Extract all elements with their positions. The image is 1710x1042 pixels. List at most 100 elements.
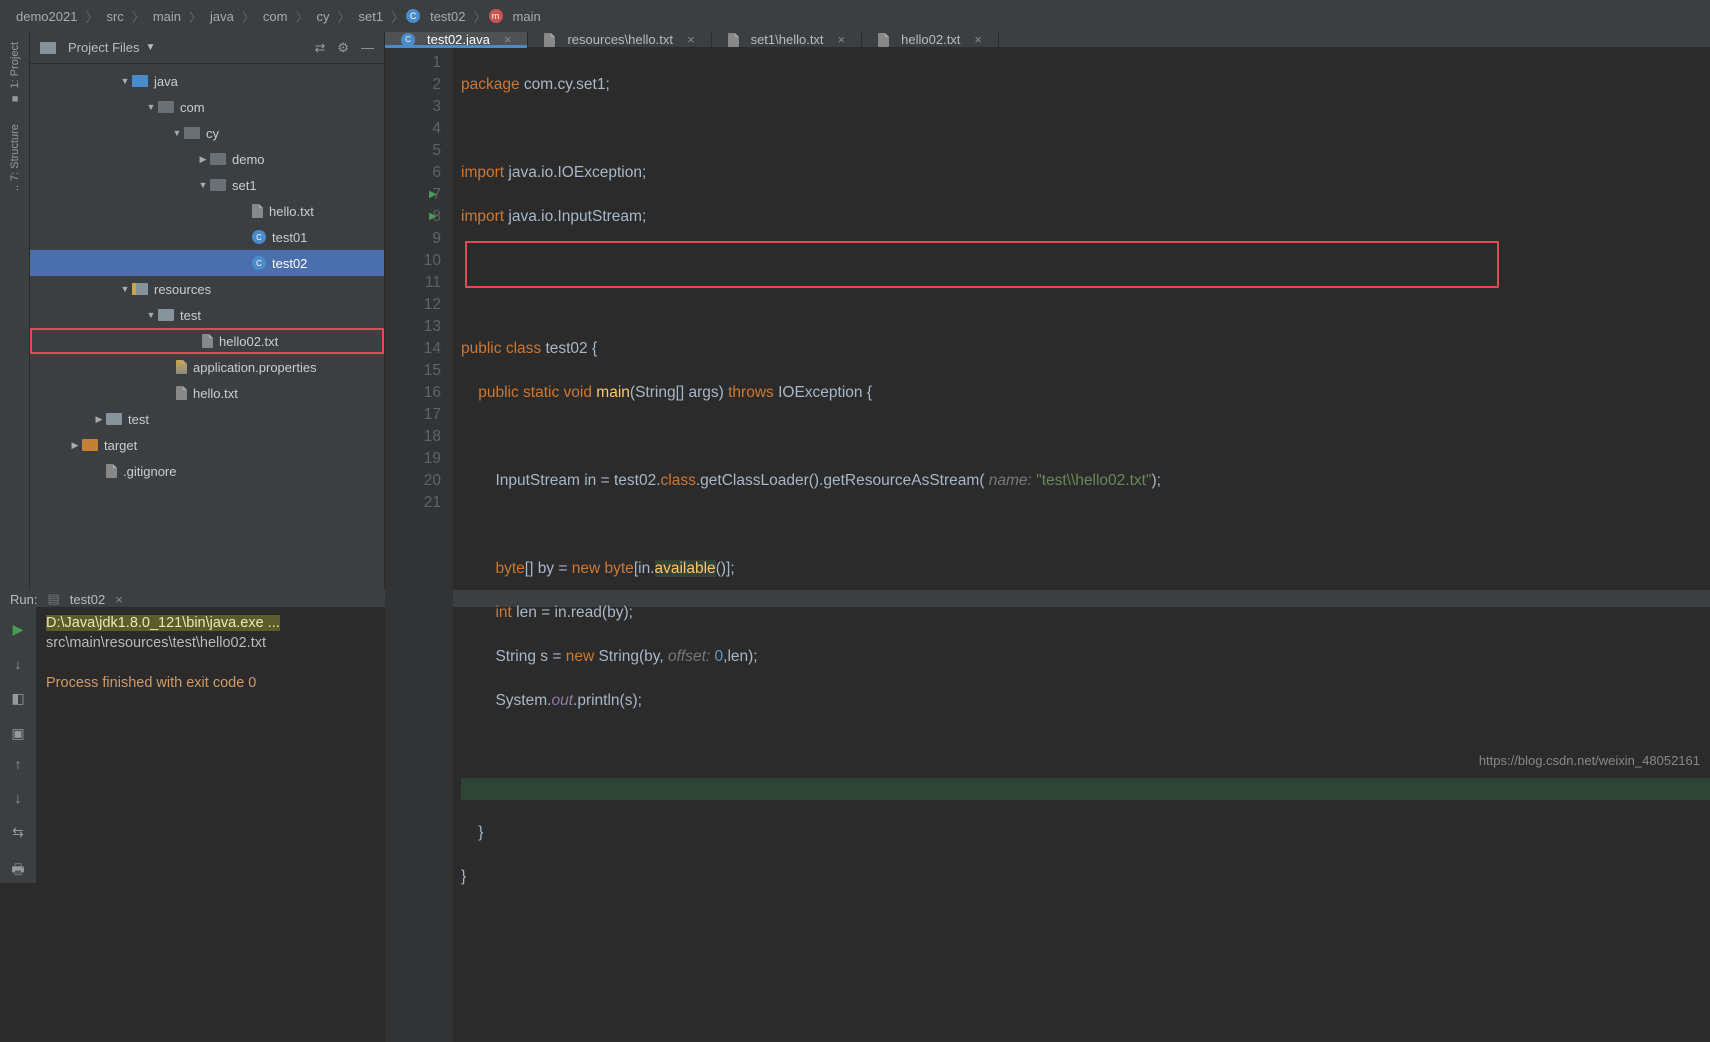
editor-tab[interactable]: Ctest02.java×: [385, 32, 528, 47]
line-number[interactable]: 21: [385, 492, 441, 514]
code-line[interactable]: [461, 426, 1710, 448]
breadcrumb-item[interactable]: main: [507, 9, 547, 24]
tree-item[interactable]: ▼set1: [30, 172, 384, 198]
breadcrumb-item[interactable]: set1: [353, 9, 390, 24]
code-line[interactable]: [461, 954, 1710, 976]
breadcrumb-item[interactable]: cy: [310, 9, 335, 24]
line-number[interactable]: 7▶: [385, 184, 441, 206]
run-gutter-icon[interactable]: ▶: [429, 184, 437, 206]
project-tree[interactable]: ▼java▼com▼cy▶demo▼set1hello.txtCtest01Ct…: [30, 64, 384, 488]
code-line[interactable]: }: [461, 822, 1710, 844]
code-line[interactable]: [461, 778, 1710, 800]
line-number[interactable]: 14: [385, 338, 441, 360]
tree-item[interactable]: ▼java: [30, 68, 384, 94]
up-icon[interactable]: ↑: [15, 756, 22, 772]
breadcrumb-item[interactable]: java: [204, 9, 240, 24]
line-number[interactable]: 8▶: [385, 206, 441, 228]
code-line[interactable]: public static void main(String[] args) t…: [461, 382, 1710, 404]
code-line[interactable]: [461, 910, 1710, 932]
expand-arrow-icon[interactable]: ▼: [144, 310, 158, 320]
editor-tab[interactable]: set1\hello.txt×: [712, 32, 863, 47]
close-tab-icon[interactable]: ×: [974, 32, 982, 47]
tree-item[interactable]: hello.txt: [30, 198, 384, 224]
line-number[interactable]: 6: [385, 162, 441, 184]
tree-item[interactable]: hello.txt: [30, 380, 384, 406]
line-number[interactable]: 10: [385, 250, 441, 272]
dropdown-icon[interactable]: ▼: [146, 42, 156, 53]
code-line[interactable]: [461, 514, 1710, 536]
project-view-selector[interactable]: Project Files: [68, 40, 140, 55]
code-line[interactable]: InputStream in = test02.class.getClassLo…: [461, 470, 1710, 492]
close-icon[interactable]: ×: [115, 592, 123, 607]
line-number[interactable]: 17: [385, 404, 441, 426]
line-number[interactable]: 2: [385, 74, 441, 96]
code-line[interactable]: import java.io.InputStream;: [461, 206, 1710, 228]
code-line[interactable]: [461, 118, 1710, 140]
tree-item[interactable]: ▶target: [30, 432, 384, 458]
tree-item[interactable]: ▼test: [30, 302, 384, 328]
camera-icon[interactable]: ▣: [11, 725, 24, 742]
select-opened-file-icon[interactable]: ⇄: [314, 40, 325, 56]
tree-item[interactable]: hello02.txt: [30, 328, 384, 354]
tree-item[interactable]: ▼resources: [30, 276, 384, 302]
close-tab-icon[interactable]: ×: [504, 32, 512, 47]
project-tool-button[interactable]: ■ 1: Project: [9, 42, 21, 104]
close-tab-icon[interactable]: ×: [687, 32, 695, 47]
line-number[interactable]: 20: [385, 470, 441, 492]
expand-arrow-icon[interactable]: ▼: [170, 128, 184, 138]
close-tab-icon[interactable]: ×: [838, 32, 846, 47]
gear-icon[interactable]: ⚙: [337, 40, 349, 56]
line-number[interactable]: 4: [385, 118, 441, 140]
code-line[interactable]: [461, 250, 1710, 272]
expand-arrow-icon[interactable]: ▶: [92, 414, 106, 425]
code-line[interactable]: int len = in.read(by);: [461, 602, 1710, 624]
line-number[interactable]: 15: [385, 360, 441, 382]
breadcrumb-item[interactable]: com: [257, 9, 294, 24]
code-line[interactable]: System.out.println(s);: [461, 690, 1710, 712]
code-line[interactable]: import java.io.IOException;: [461, 162, 1710, 184]
breadcrumb-item[interactable]: src: [100, 9, 129, 24]
tree-item[interactable]: ▼com: [30, 94, 384, 120]
tree-item[interactable]: ▶demo: [30, 146, 384, 172]
code-line[interactable]: byte[] by = new byte[in.available()];: [461, 558, 1710, 580]
line-number[interactable]: 18: [385, 426, 441, 448]
editor-tab[interactable]: resources\hello.txt×: [528, 32, 711, 47]
rerun-icon[interactable]: ▶: [13, 621, 24, 638]
tree-item[interactable]: ▼cy: [30, 120, 384, 146]
line-number[interactable]: 9: [385, 228, 441, 250]
run-gutter-icon[interactable]: ▶: [429, 206, 437, 228]
print-icon[interactable]: 🖶: [11, 859, 24, 883]
down-icon[interactable]: ↓: [15, 790, 22, 806]
tree-item[interactable]: Ctest02: [30, 250, 384, 276]
code-editor[interactable]: 1234567▶8▶9101112131415161718192021 pack…: [385, 48, 1710, 1042]
editor-tab[interactable]: hello02.txt×: [862, 32, 999, 47]
tree-item[interactable]: .gitignore: [30, 458, 384, 484]
line-number[interactable]: 19: [385, 448, 441, 470]
expand-arrow-icon[interactable]: ▼: [144, 102, 158, 112]
hide-icon[interactable]: —: [361, 40, 374, 56]
stop-icon[interactable]: ↓: [15, 656, 22, 672]
breadcrumb-item[interactable]: demo2021: [10, 9, 83, 24]
tree-item[interactable]: application.properties: [30, 354, 384, 380]
breadcrumb-item[interactable]: test02: [424, 9, 471, 24]
expand-arrow-icon[interactable]: ▼: [118, 76, 132, 86]
structure-tool-button[interactable]: .. 7: Structure: [9, 124, 21, 191]
line-number[interactable]: 11: [385, 272, 441, 294]
expand-arrow-icon[interactable]: ▼: [196, 180, 210, 190]
run-tab[interactable]: test02: [70, 592, 105, 607]
expand-arrow-icon[interactable]: ▼: [118, 284, 132, 294]
code-line[interactable]: package com.cy.set1;: [461, 74, 1710, 96]
wrap-icon[interactable]: ⇆: [12, 824, 24, 841]
line-number[interactable]: 12: [385, 294, 441, 316]
code-line[interactable]: [461, 294, 1710, 316]
line-number[interactable]: 1: [385, 52, 441, 74]
tree-item[interactable]: ▶test: [30, 406, 384, 432]
code-line[interactable]: String s = new String(by, offset: 0,len)…: [461, 646, 1710, 668]
code-body[interactable]: package com.cy.set1; import java.io.IOEx…: [453, 48, 1710, 1042]
tree-item[interactable]: Ctest01: [30, 224, 384, 250]
expand-arrow-icon[interactable]: ▶: [196, 154, 210, 165]
breadcrumb-item[interactable]: main: [147, 9, 187, 24]
code-line[interactable]: public class test02 {: [461, 338, 1710, 360]
expand-arrow-icon[interactable]: ▶: [68, 440, 82, 451]
code-line[interactable]: }: [461, 866, 1710, 888]
